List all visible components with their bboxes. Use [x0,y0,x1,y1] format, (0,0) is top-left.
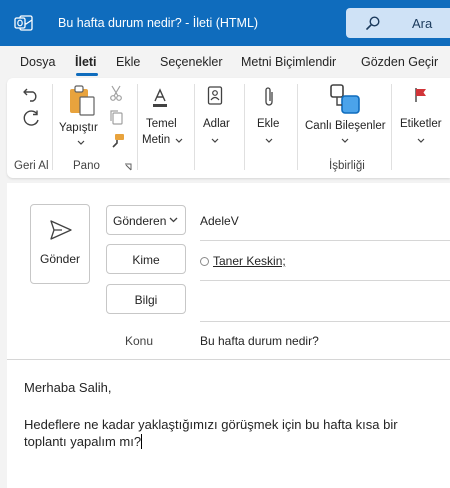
field-divider [200,321,450,322]
title-bar: Bu hafta durum nedir? - İleti (HTML) Ara [0,0,450,46]
ribbon-separator [194,84,195,170]
paste-icon[interactable] [67,84,97,118]
chevron-down-icon[interactable] [265,138,273,143]
search-icon [366,16,380,30]
chevron-down-icon[interactable] [175,138,183,143]
tab-ekle[interactable]: Ekle [116,55,140,69]
ribbon-separator [244,84,245,170]
loop-label[interactable]: Canlı Bileşenler [305,120,386,132]
to-field[interactable]: Taner Keskin; [200,254,286,268]
chevron-down-icon [169,217,178,223]
group-undo: Geri Al [14,160,49,172]
font-color-icon[interactable] [151,88,169,108]
attach-label[interactable]: Ekle [257,118,279,130]
search-label: Ara [412,16,433,31]
search-box[interactable]: Ara [346,8,450,38]
ribbon-separator [297,84,298,170]
basic-text-label-2[interactable]: Metin [142,134,170,146]
body-line-2[interactable]: toplantı yapalım mı? [24,433,434,450]
tab-gozden-gecir[interactable]: Gözden Geçir [361,55,438,69]
basic-text-label-1[interactable]: Temel [146,118,177,130]
field-divider [200,240,450,241]
ribbon-separator [137,84,138,170]
send-icon [50,220,72,240]
text-caret [141,434,143,449]
tab-ileti[interactable]: İleti [75,55,97,69]
from-value: AdeleV [200,214,239,228]
tags-label[interactable]: Etiketler [400,118,442,130]
redo-icon[interactable] [22,110,40,128]
chevron-down-icon[interactable] [77,140,85,145]
chevron-down-icon[interactable] [417,138,425,143]
subject-label: Konu [125,334,154,348]
outlook-icon [14,15,33,31]
chevron-down-icon[interactable] [211,138,219,143]
ribbon-tabs: Dosya İleti Ekle Seçenekler Metni Biçiml… [0,46,450,76]
send-button[interactable]: Gönder [30,204,90,284]
paperclip-icon[interactable] [263,86,275,108]
recipient-name[interactable]: Taner Keskin; [213,254,286,268]
group-clipboard: Pano [73,160,100,172]
flag-icon[interactable] [414,87,428,103]
cut-icon[interactable] [109,85,123,101]
compose-pane: Gönder Gönderen AdeleV Kime Taner Keskin… [7,183,450,488]
ribbon: Geri Al Yapıştır Pano Temel Metin Adlar [7,78,450,178]
field-divider [200,280,450,281]
body-greeting[interactable]: Merhaba Salih, [24,379,434,396]
to-button[interactable]: Kime [106,244,186,274]
undo-icon[interactable] [22,86,40,102]
loop-components-icon[interactable] [329,83,361,115]
address-book-icon[interactable] [207,86,223,106]
presence-icon [200,257,209,266]
from-label: Gönderen [113,214,167,228]
tab-metni-bicimlendir[interactable]: Metni Biçimlendir [241,55,336,69]
send-label: Gönder [39,252,81,266]
subject-field[interactable]: Bu hafta durum nedir? [200,334,319,348]
group-collaboration: İşbirliği [329,160,365,172]
cc-label: Bilgi [134,293,158,307]
from-button[interactable]: Gönderen [106,205,186,235]
format-painter-icon[interactable] [108,133,125,149]
to-label: Kime [132,253,160,267]
chevron-down-icon[interactable] [341,138,349,143]
paste-label[interactable]: Yapıştır [59,122,98,134]
window-title: Bu hafta durum nedir? - İleti (HTML) [58,16,259,30]
active-tab-indicator [76,73,98,76]
dialog-launcher-icon[interactable] [124,163,132,171]
tab-secenekler[interactable]: Seçenekler [160,55,223,69]
ribbon-separator [391,84,392,170]
body-line-1[interactable]: Hedeflere ne kadar yaklaştığımızı görüşm… [24,416,434,433]
body-line-2-text: toplantı yapalım mı? [24,434,142,449]
tab-dosya[interactable]: Dosya [20,55,55,69]
cc-button[interactable]: Bilgi [106,284,186,314]
header-divider [7,359,450,360]
copy-icon[interactable] [109,109,123,125]
ribbon-separator [52,84,53,170]
names-label[interactable]: Adlar [203,118,230,130]
